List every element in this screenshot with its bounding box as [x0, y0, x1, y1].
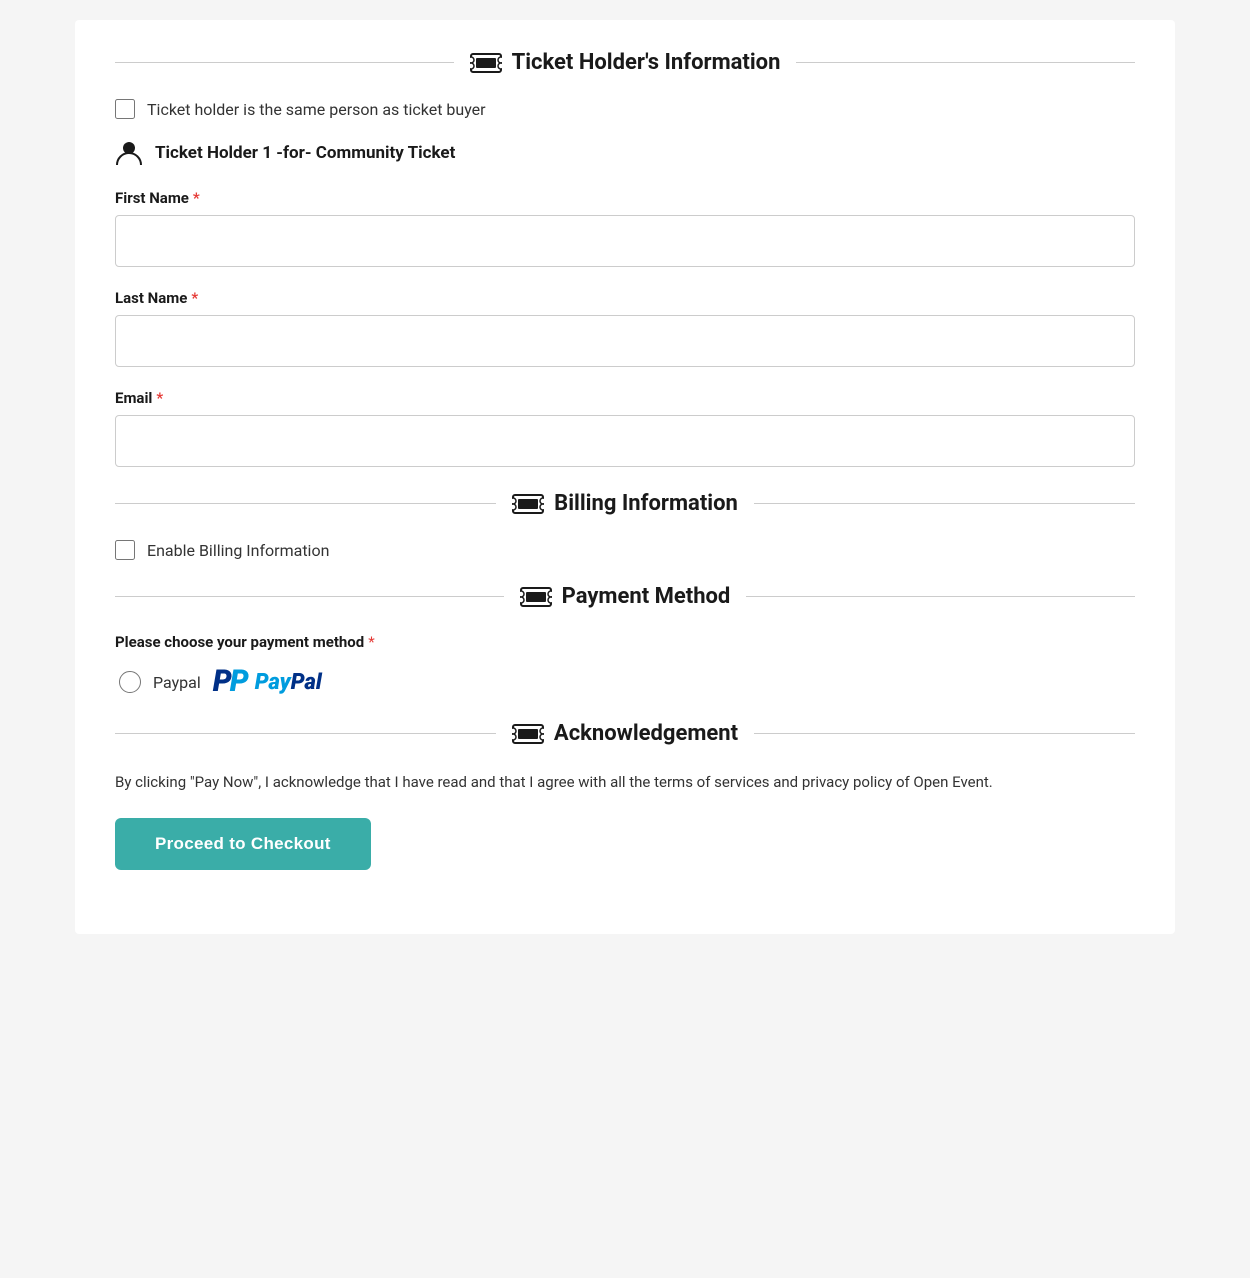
- email-label-row: Email *: [115, 389, 1135, 407]
- proceed-to-checkout-button[interactable]: Proceed to Checkout: [115, 818, 371, 870]
- ticket-holder-title: Ticket Holder's Information: [512, 50, 781, 75]
- ticket-holder-section-header: Ticket Holder's Information: [115, 50, 1135, 75]
- paypal-wordmark: PayPal: [255, 670, 322, 695]
- same-person-checkbox[interactable]: [115, 99, 135, 119]
- payment-choose-label: Please choose your payment method: [115, 633, 364, 651]
- page-container: Ticket Holder's Information Ticket holde…: [75, 20, 1175, 934]
- payment-ticket-icon: [520, 586, 552, 608]
- email-group: Email *: [115, 389, 1135, 467]
- payment-required-star: *: [368, 633, 374, 651]
- last-name-label: Last Name: [115, 289, 187, 307]
- ticket-icon: [470, 52, 502, 74]
- billing-section-header: Billing Information: [115, 491, 1135, 516]
- paypal-option-row: Paypal P P PayPal: [119, 667, 1135, 697]
- last-name-group: Last Name *: [115, 289, 1135, 367]
- paypal-radio[interactable]: [119, 671, 141, 693]
- acknowledgement-section: Acknowledgement By clicking "Pay Now", I…: [115, 721, 1135, 870]
- first-name-input[interactable]: [115, 215, 1135, 267]
- first-name-label: First Name: [115, 189, 189, 207]
- billing-section: Billing Information Enable Billing Infor…: [115, 491, 1135, 560]
- paypal-p2-icon: P: [230, 667, 249, 697]
- payment-title: Payment Method: [562, 584, 731, 609]
- same-person-label[interactable]: Ticket holder is the same person as tick…: [147, 100, 486, 119]
- billing-title: Billing Information: [554, 491, 738, 516]
- same-person-row: Ticket holder is the same person as tick…: [115, 99, 1135, 119]
- email-required: *: [156, 389, 163, 407]
- acknowledgement-ticket-icon: [512, 723, 544, 745]
- first-name-group: First Name *: [115, 189, 1135, 267]
- email-input[interactable]: [115, 415, 1135, 467]
- person-icon: [115, 139, 143, 167]
- first-name-label-row: First Name *: [115, 189, 1135, 207]
- payment-section: Payment Method Please choose your paymen…: [115, 584, 1135, 697]
- enable-billing-row: Enable Billing Information: [115, 540, 1135, 560]
- billing-ticket-icon: [512, 493, 544, 515]
- enable-billing-checkbox[interactable]: [115, 540, 135, 560]
- last-name-required: *: [191, 289, 198, 307]
- email-label: Email: [115, 389, 152, 407]
- ticket-holder-identifier: Ticket Holder 1 -for- Community Ticket: [155, 143, 455, 163]
- enable-billing-label[interactable]: Enable Billing Information: [147, 541, 329, 560]
- last-name-input[interactable]: [115, 315, 1135, 367]
- acknowledgement-section-header: Acknowledgement: [115, 721, 1135, 746]
- payment-choose-row: Please choose your payment method *: [115, 633, 1135, 651]
- ticket-holder-row: Ticket Holder 1 -for- Community Ticket: [115, 139, 1135, 167]
- first-name-required: *: [193, 189, 200, 207]
- acknowledgement-title: Acknowledgement: [554, 721, 738, 746]
- payment-section-header: Payment Method: [115, 584, 1135, 609]
- paypal-label[interactable]: Paypal: [153, 673, 201, 692]
- acknowledgement-text: By clicking "Pay Now", I acknowledge tha…: [115, 770, 1135, 794]
- last-name-label-row: Last Name *: [115, 289, 1135, 307]
- paypal-logo: P P PayPal: [213, 667, 322, 697]
